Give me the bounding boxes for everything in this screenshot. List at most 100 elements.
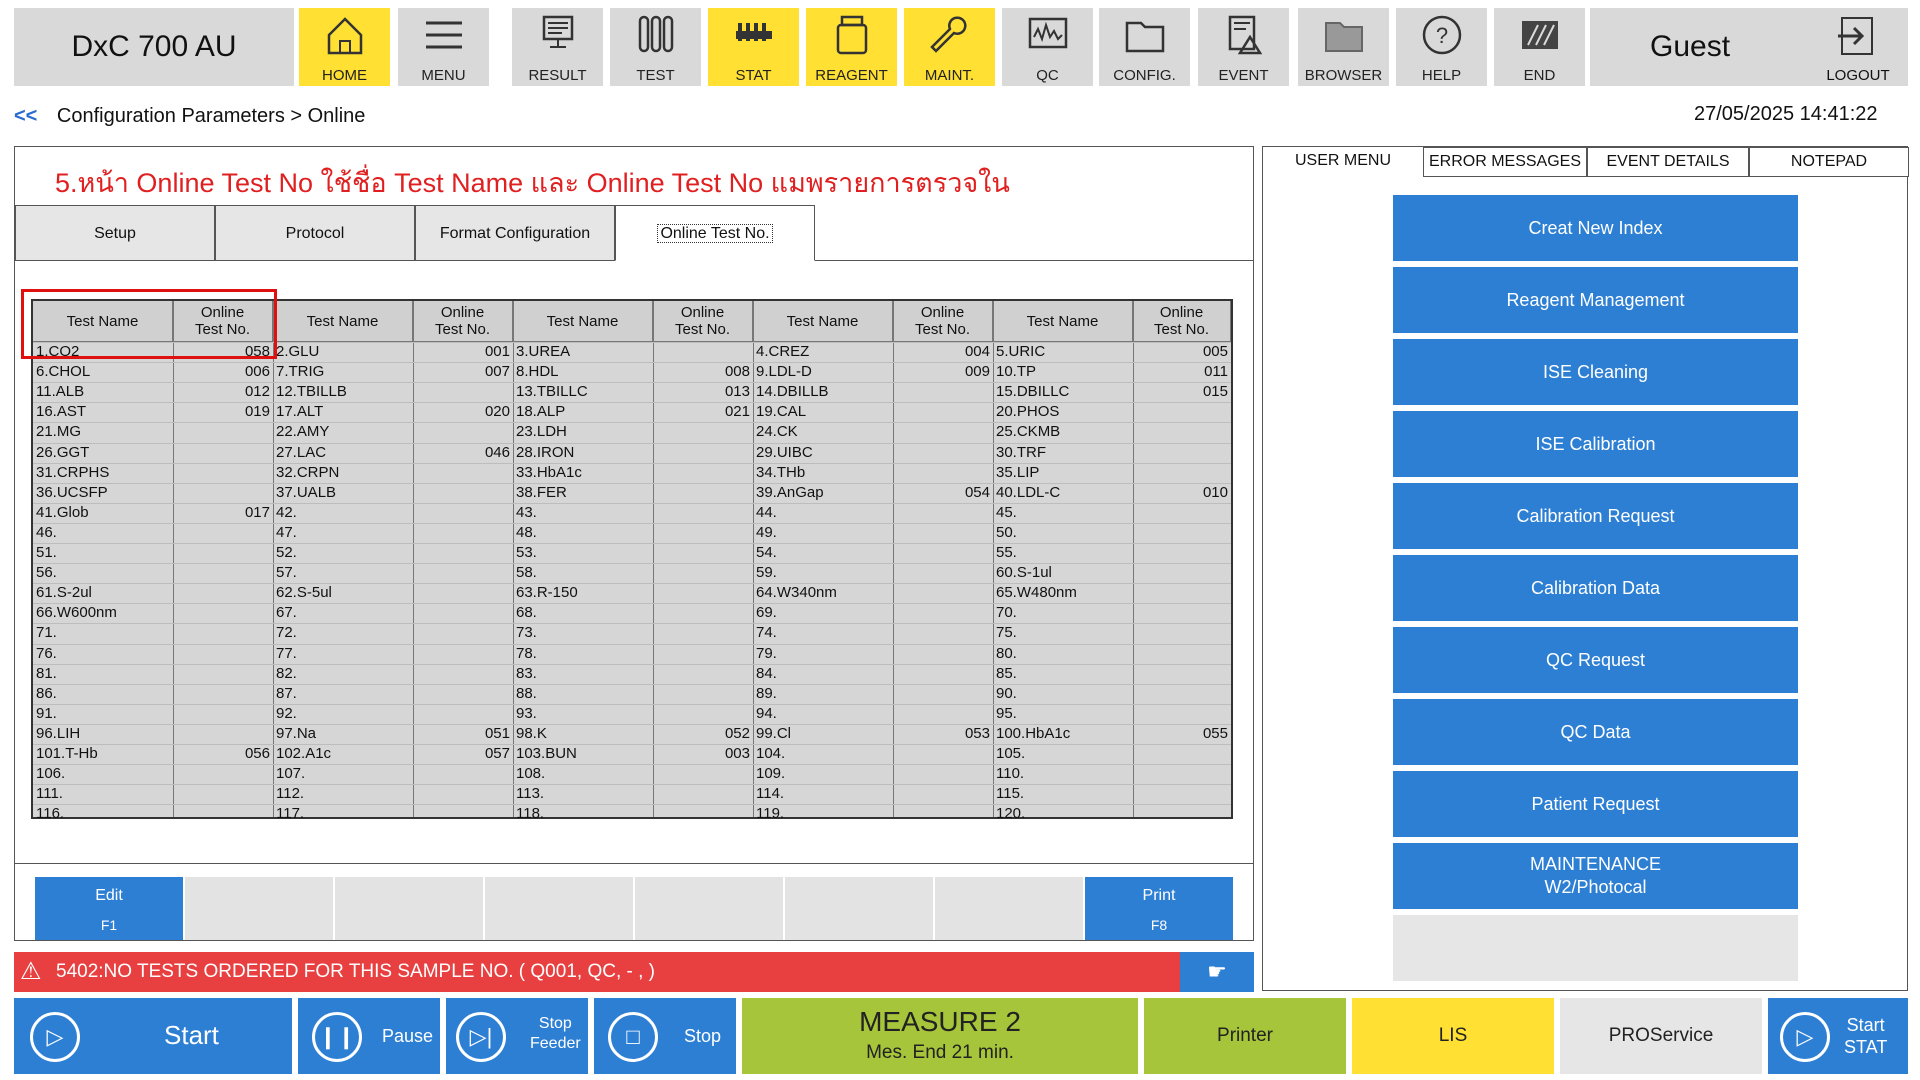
- cell-online-test-no[interactable]: [1133, 543, 1231, 563]
- cell-test-name[interactable]: 17.ALT: [273, 402, 413, 422]
- cell-online-test-no[interactable]: [653, 422, 753, 442]
- start-button[interactable]: ▷ Start: [14, 998, 292, 1074]
- cell-test-name[interactable]: 7.TRIG: [273, 362, 413, 382]
- cell-online-test-no[interactable]: [413, 463, 513, 483]
- cell-online-test-no[interactable]: [1133, 764, 1231, 784]
- cell-test-name[interactable]: 8.HDL: [513, 362, 653, 382]
- cell-test-name[interactable]: 68.: [513, 603, 653, 623]
- cell-online-test-no[interactable]: [413, 704, 513, 724]
- cell-test-name[interactable]: 95.: [993, 704, 1133, 724]
- cell-test-name[interactable]: 10.TP: [993, 362, 1133, 382]
- tab-user-menu[interactable]: USER MENU: [1263, 147, 1423, 177]
- cell-test-name[interactable]: 79.: [753, 644, 893, 664]
- cell-online-test-no[interactable]: [653, 443, 753, 463]
- cell-test-name[interactable]: 30.TRF: [993, 443, 1133, 463]
- cell-online-test-no[interactable]: 052: [653, 724, 753, 744]
- cell-test-name[interactable]: 98.K: [513, 724, 653, 744]
- toolbar-home-button[interactable]: HOME: [299, 8, 390, 86]
- toolbar-qc-button[interactable]: QC: [1002, 8, 1093, 86]
- cell-online-test-no[interactable]: [173, 543, 273, 563]
- cell-online-test-no[interactable]: 053: [893, 724, 993, 744]
- cell-test-name[interactable]: 118.: [513, 804, 653, 824]
- cell-online-test-no[interactable]: [893, 463, 993, 483]
- cell-online-test-no[interactable]: 054: [893, 483, 993, 503]
- cell-test-name[interactable]: 111.: [33, 784, 173, 804]
- cell-online-test-no[interactable]: [653, 784, 753, 804]
- tab-setup[interactable]: Setup: [15, 205, 215, 261]
- cell-online-test-no[interactable]: [413, 483, 513, 503]
- toolbar-event-button[interactable]: EVENT: [1198, 8, 1289, 86]
- cell-online-test-no[interactable]: [893, 563, 993, 583]
- cell-test-name[interactable]: 47.: [273, 523, 413, 543]
- cell-online-test-no[interactable]: [413, 684, 513, 704]
- cell-test-name[interactable]: 108.: [513, 764, 653, 784]
- cell-test-name[interactable]: 6.CHOL: [33, 362, 173, 382]
- cell-test-name[interactable]: 101.T-Hb: [33, 744, 173, 764]
- cell-online-test-no[interactable]: [653, 463, 753, 483]
- toolbar-reagent-button[interactable]: REAGENT: [806, 8, 897, 86]
- cell-test-name[interactable]: 42.: [273, 503, 413, 523]
- cell-test-name[interactable]: 13.TBILLC: [513, 382, 653, 402]
- cell-online-test-no[interactable]: [1133, 503, 1231, 523]
- cell-test-name[interactable]: 73.: [513, 623, 653, 643]
- cell-test-name[interactable]: 43.: [513, 503, 653, 523]
- cell-online-test-no[interactable]: [1133, 443, 1231, 463]
- tab-online-test-no[interactable]: Online Test No.: [615, 205, 815, 261]
- stop-feeder-button[interactable]: ▷| Stop Feeder: [446, 998, 588, 1074]
- cell-test-name[interactable]: 104.: [753, 744, 893, 764]
- cell-test-name[interactable]: 36.UCSFP: [33, 483, 173, 503]
- stop-button[interactable]: □ Stop: [594, 998, 736, 1074]
- cell-online-test-no[interactable]: [653, 503, 753, 523]
- menu-ise-calibration-button[interactable]: ISE Calibration: [1393, 411, 1798, 477]
- cell-online-test-no[interactable]: [893, 704, 993, 724]
- cell-online-test-no[interactable]: [1133, 744, 1231, 764]
- error-info-icon[interactable]: ☛: [1180, 952, 1254, 992]
- back-button[interactable]: <<: [14, 105, 37, 127]
- cell-online-test-no[interactable]: [653, 483, 753, 503]
- cell-test-name[interactable]: 41.Glob: [33, 503, 173, 523]
- toolbar-maint-button[interactable]: MAINT.: [904, 8, 995, 86]
- cell-test-name[interactable]: 27.LAC: [273, 443, 413, 463]
- tab-error-messages[interactable]: ERROR MESSAGES: [1423, 147, 1587, 177]
- cell-online-test-no[interactable]: 003: [653, 744, 753, 764]
- cell-online-test-no[interactable]: [893, 523, 993, 543]
- cell-online-test-no[interactable]: [893, 684, 993, 704]
- menu-patient-request-button[interactable]: Patient Request: [1393, 771, 1798, 837]
- cell-online-test-no[interactable]: [653, 583, 753, 603]
- cell-online-test-no[interactable]: [653, 704, 753, 724]
- cell-test-name[interactable]: 59.: [753, 563, 893, 583]
- cell-online-test-no[interactable]: [653, 764, 753, 784]
- cell-test-name[interactable]: 62.S-5ul: [273, 583, 413, 603]
- cell-test-name[interactable]: 84.: [753, 664, 893, 684]
- cell-online-test-no[interactable]: [173, 583, 273, 603]
- cell-online-test-no[interactable]: [413, 382, 513, 402]
- cell-test-name[interactable]: 48.: [513, 523, 653, 543]
- cell-test-name[interactable]: 94.: [753, 704, 893, 724]
- cell-online-test-no[interactable]: [893, 784, 993, 804]
- cell-test-name[interactable]: 34.THb: [753, 463, 893, 483]
- cell-test-name[interactable]: 52.: [273, 543, 413, 563]
- cell-test-name[interactable]: 112.: [273, 784, 413, 804]
- cell-test-name[interactable]: 91.: [33, 704, 173, 724]
- cell-test-name[interactable]: 33.HbA1c: [513, 463, 653, 483]
- cell-online-test-no[interactable]: [893, 422, 993, 442]
- cell-online-test-no[interactable]: [173, 422, 273, 442]
- cell-test-name[interactable]: 65.W480nm: [993, 583, 1133, 603]
- cell-test-name[interactable]: 85.: [993, 664, 1133, 684]
- cell-test-name[interactable]: 19.CAL: [753, 402, 893, 422]
- cell-test-name[interactable]: 87.: [273, 684, 413, 704]
- cell-online-test-no[interactable]: 019: [173, 402, 273, 422]
- cell-test-name[interactable]: 9.LDL-D: [753, 362, 893, 382]
- cell-online-test-no[interactable]: [893, 764, 993, 784]
- cell-test-name[interactable]: 57.: [273, 563, 413, 583]
- cell-online-test-no[interactable]: [173, 563, 273, 583]
- toolbar-browser-button[interactable]: BROWSER: [1298, 8, 1389, 86]
- tab-event-details[interactable]: EVENT DETAILS: [1587, 147, 1749, 177]
- cell-online-test-no[interactable]: [413, 804, 513, 824]
- cell-test-name[interactable]: 71.: [33, 623, 173, 643]
- cell-online-test-no[interactable]: [1133, 603, 1231, 623]
- cell-test-name[interactable]: 23.LDH: [513, 422, 653, 442]
- cell-test-name[interactable]: 74.: [753, 623, 893, 643]
- tab-notepad[interactable]: NOTEPAD: [1749, 147, 1909, 177]
- toolbar-config-button[interactable]: CONFIG.: [1099, 8, 1190, 86]
